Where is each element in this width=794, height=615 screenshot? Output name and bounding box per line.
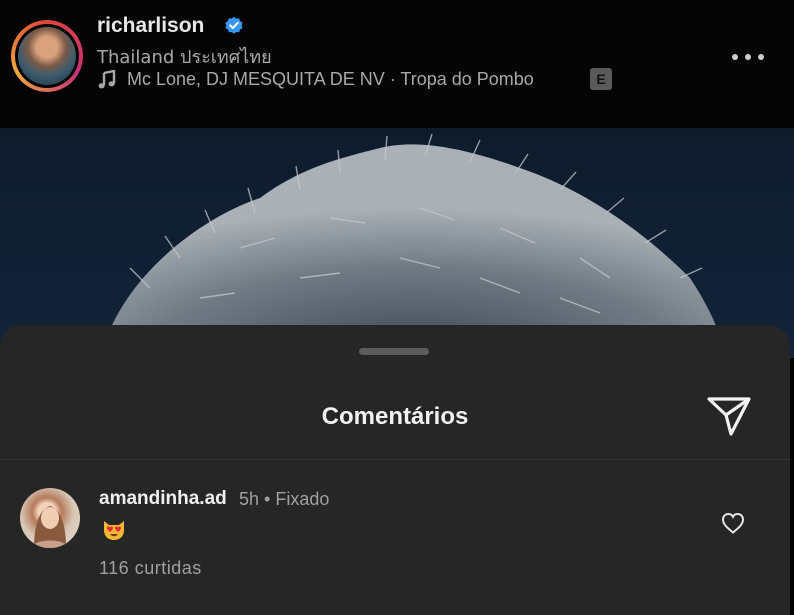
username[interactable]: richarlison xyxy=(97,14,204,38)
divider xyxy=(0,459,790,460)
more-options-icon[interactable] xyxy=(730,48,766,66)
heart-eyes-cat-icon xyxy=(104,521,124,540)
like-heart-icon[interactable] xyxy=(720,511,746,535)
commenter-username[interactable]: amandinha.ad xyxy=(99,488,227,510)
comments-sheet: Comentários amandinha.ad 5h • Fixado 116… xyxy=(0,325,790,615)
explicit-badge: E xyxy=(590,68,612,90)
music-attribution[interactable]: Mc Lone, DJ MESQUITA DE NV · Tropa do Po… xyxy=(127,69,534,90)
sheet-title: Comentários xyxy=(321,403,469,430)
music-note-icon xyxy=(98,70,116,89)
comment-meta: 5h • Fixado xyxy=(239,489,330,509)
verified-badge-icon xyxy=(225,16,243,34)
commenter-avatar[interactable] xyxy=(20,488,80,548)
post-header: richarlison Thailand ประเทศไทย Mc Lone, … xyxy=(0,0,794,128)
location-label[interactable]: Thailand ประเทศไทย xyxy=(97,42,272,71)
comment-likes[interactable]: 116 curtidas xyxy=(99,558,202,579)
drag-handle[interactable] xyxy=(359,348,429,355)
post-image[interactable] xyxy=(0,128,794,358)
post-photo xyxy=(100,133,728,358)
story-avatar[interactable] xyxy=(11,20,83,92)
share-icon[interactable] xyxy=(706,395,752,437)
avatar xyxy=(18,27,76,85)
